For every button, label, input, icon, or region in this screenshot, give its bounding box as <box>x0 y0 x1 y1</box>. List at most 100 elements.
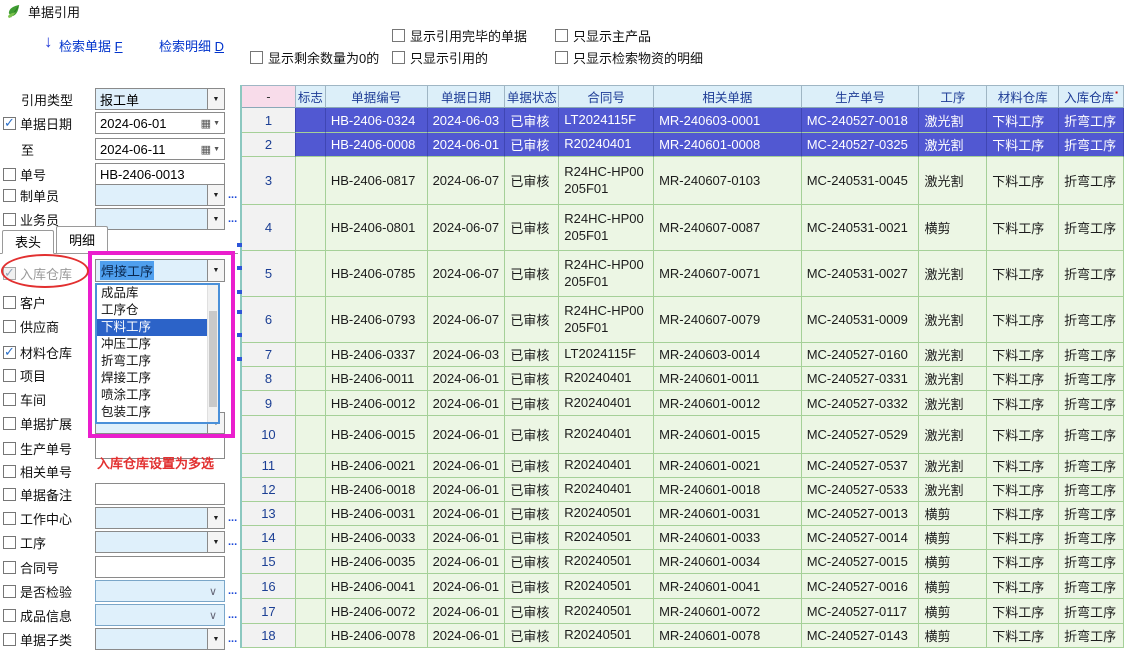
project-checkbox[interactable] <box>3 369 16 382</box>
doc-date-from-checkbox[interactable] <box>3 117 16 130</box>
doc-date-from-input[interactable]: 2024-06-01▦▼ <box>95 112 225 134</box>
column-header-单据日期[interactable]: 单据日期 <box>428 85 506 108</box>
table-row[interactable]: 15HB-2406-00352024-06-01已审核R20240501MR-2… <box>242 550 1124 574</box>
table-row[interactable]: 3HB-2406-08172024-06-07已审核R24HC-HP00205F… <box>242 157 1124 205</box>
doc-no-checkbox[interactable] <box>3 168 16 181</box>
table-row[interactable]: 2HB-2406-00082024-06-01已审核R20240401MR-24… <box>242 133 1124 157</box>
in-warehouse-combo-value[interactable]: 焊接工序 <box>95 259 208 282</box>
table-row[interactable]: 1HB-2406-03242024-06-03已审核LT2024115FMR-2… <box>242 108 1124 133</box>
inspect-input[interactable]: ∨ <box>95 580 225 602</box>
prod-no-checkbox[interactable] <box>3 442 16 455</box>
chevron-down-icon[interactable]: ∨ <box>209 585 220 598</box>
product-info-input[interactable]: ∨ <box>95 604 225 626</box>
move-down-icon[interactable]: ↓ <box>44 33 53 50</box>
dropdown-item-包装工序[interactable]: 包装工序 <box>97 404 218 421</box>
in-warehouse-combobox[interactable]: 焊接工序 ▼ <box>95 259 225 282</box>
chevron-down-icon[interactable]: ▼ <box>208 184 225 206</box>
dropdown-item-工序仓[interactable]: 工序仓 <box>97 302 218 319</box>
calendar-icon[interactable]: ▦ <box>201 143 211 156</box>
ellipsis-button-partial[interactable] <box>237 266 242 270</box>
work-center-ellipsis-button[interactable]: ... <box>228 512 237 524</box>
table-row[interactable]: 4HB-2406-08012024-06-07已审核R24HC-HP00205F… <box>242 205 1124 251</box>
table-row[interactable]: 11HB-2406-00212024-06-01已审核R20240401MR-2… <box>242 454 1124 478</box>
doc-remark-checkbox[interactable] <box>3 488 16 501</box>
product-info-ellipsis-button[interactable]: ... <box>228 609 237 621</box>
salesman-checkbox[interactable] <box>3 213 16 226</box>
column-header-工序[interactable]: 工序 <box>919 85 987 108</box>
doc-subtype-input[interactable]: ▼ <box>95 628 225 650</box>
maker-ellipsis-button[interactable]: ... <box>228 189 237 201</box>
contract-no-input[interactable] <box>95 556 225 578</box>
supplier-checkbox[interactable] <box>3 320 16 333</box>
work-center-checkbox[interactable] <box>3 512 16 525</box>
checkbox-显示剩余数量为0的[interactable] <box>250 51 263 64</box>
inspect-ellipsis-button[interactable]: ... <box>228 585 237 597</box>
process-input[interactable]: ▼ <box>95 531 225 553</box>
doc-subtype-checkbox[interactable] <box>3 633 16 646</box>
dropdown-scrollbar[interactable] <box>207 285 218 422</box>
customer-checkbox[interactable] <box>3 296 16 309</box>
chevron-down-icon[interactable]: ▼ <box>208 507 225 529</box>
product-info-checkbox[interactable] <box>3 609 16 622</box>
maker-checkbox[interactable] <box>3 189 16 202</box>
tab-明细[interactable]: 明细 <box>56 226 108 253</box>
chevron-down-icon[interactable]: ▼ <box>213 120 220 127</box>
in-warehouse-checkbox[interactable] <box>3 267 16 280</box>
dropdown-item-冲压工序[interactable]: 冲压工序 <box>97 336 218 353</box>
column-header-相关单据[interactable]: 相关单据 <box>654 85 802 108</box>
calendar-icon[interactable]: ▦ <box>201 117 211 130</box>
column-header-标志[interactable]: 标志 <box>296 85 326 108</box>
search-detail-link[interactable]: 检索明细 D <box>159 36 224 55</box>
table-row[interactable]: 10HB-2406-00152024-06-01已审核R20240401MR-2… <box>242 416 1124 454</box>
salesman-ellipsis-button[interactable]: ... <box>228 213 237 225</box>
table-row[interactable]: 8HB-2406-00112024-06-01已审核R20240401MR-24… <box>242 367 1124 391</box>
scrollbar-thumb[interactable] <box>209 311 217 407</box>
workshop-checkbox[interactable] <box>3 393 16 406</box>
column-header-单据编号[interactable]: 单据编号 <box>326 85 428 108</box>
doc-extend-checkbox[interactable] <box>3 417 16 430</box>
checkbox-显示引用完毕的单据[interactable] <box>392 29 405 42</box>
column-header-生产单号[interactable]: 生产单号 <box>802 85 920 108</box>
search-doc-link[interactable]: 检索单据 F <box>59 36 123 55</box>
related-no-checkbox[interactable] <box>3 465 16 478</box>
maker-input[interactable]: ▼ <box>95 184 225 206</box>
table-row[interactable]: 17HB-2406-00722024-06-01已审核R20240501MR-2… <box>242 599 1124 624</box>
chevron-down-icon[interactable]: ▼ <box>208 259 225 282</box>
checkbox-只显示主产品[interactable] <box>555 29 568 42</box>
dropdown-item-折弯工序[interactable]: 折弯工序 <box>97 353 218 370</box>
dropdown-item-焊接工序[interactable]: 焊接工序 <box>97 370 218 387</box>
checkbox-只显示检索物资的明细[interactable] <box>555 51 568 64</box>
chevron-down-icon[interactable]: ∨ <box>209 609 220 622</box>
salesman-input[interactable]: ▼ <box>95 208 225 230</box>
ellipsis-button-partial[interactable] <box>237 310 242 314</box>
table-row[interactable]: 7HB-2406-03372024-06-03已审核LT2024115FMR-2… <box>242 343 1124 367</box>
dropdown-item-成品库[interactable]: 成品库 <box>97 285 218 302</box>
table-row[interactable]: 14HB-2406-00332024-06-01已审核R20240501MR-2… <box>242 526 1124 550</box>
table-row[interactable]: 13HB-2406-00312024-06-01已审核R20240501MR-2… <box>242 502 1124 526</box>
doc-subtype-ellipsis-button[interactable]: ... <box>228 633 237 645</box>
checkbox-只显示引用的[interactable] <box>392 51 405 64</box>
table-row[interactable]: 18HB-2406-00782024-06-01已审核R20240501MR-2… <box>242 624 1124 648</box>
dropdown-item-喷涂工序[interactable]: 喷涂工序 <box>97 387 218 404</box>
chevron-down-icon[interactable]: ▼ <box>208 208 225 230</box>
contract-no-checkbox[interactable] <box>3 561 16 574</box>
column-header-入库仓库[interactable]: 入库仓库▪ <box>1059 85 1124 108</box>
column-header-selector[interactable]: - <box>242 85 296 108</box>
table-row[interactable]: 6HB-2406-07932024-06-07已审核R24HC-HP00205F… <box>242 297 1124 343</box>
doc-no-input[interactable]: HB-2406-0013 <box>95 163 225 185</box>
process-checkbox[interactable] <box>3 536 16 549</box>
ellipsis-button-partial[interactable] <box>237 290 242 294</box>
column-header-材料仓库[interactable]: 材料仓库 <box>987 85 1059 108</box>
table-row[interactable]: 16HB-2406-00412024-06-01已审核R20240501MR-2… <box>242 574 1124 599</box>
table-row[interactable]: 12HB-2406-00182024-06-01已审核R20240401MR-2… <box>242 478 1124 502</box>
chevron-down-icon[interactable]: ▼ <box>213 146 220 153</box>
table-row[interactable]: 9HB-2406-00122024-06-01已审核R20240401MR-24… <box>242 391 1124 416</box>
chevron-down-icon[interactable]: ▼ <box>208 628 225 650</box>
doc-remark-input[interactable] <box>95 483 225 505</box>
dropdown-item-下料工序[interactable]: 下料工序 <box>97 319 218 336</box>
column-header-单据状态[interactable]: 单据状态 <box>505 85 559 108</box>
column-header-合同号[interactable]: 合同号 <box>559 85 654 108</box>
tab-表头[interactable]: 表头 <box>2 230 54 254</box>
chevron-down-icon[interactable]: ▼ <box>208 531 225 553</box>
ellipsis-button-partial[interactable] <box>237 357 242 361</box>
